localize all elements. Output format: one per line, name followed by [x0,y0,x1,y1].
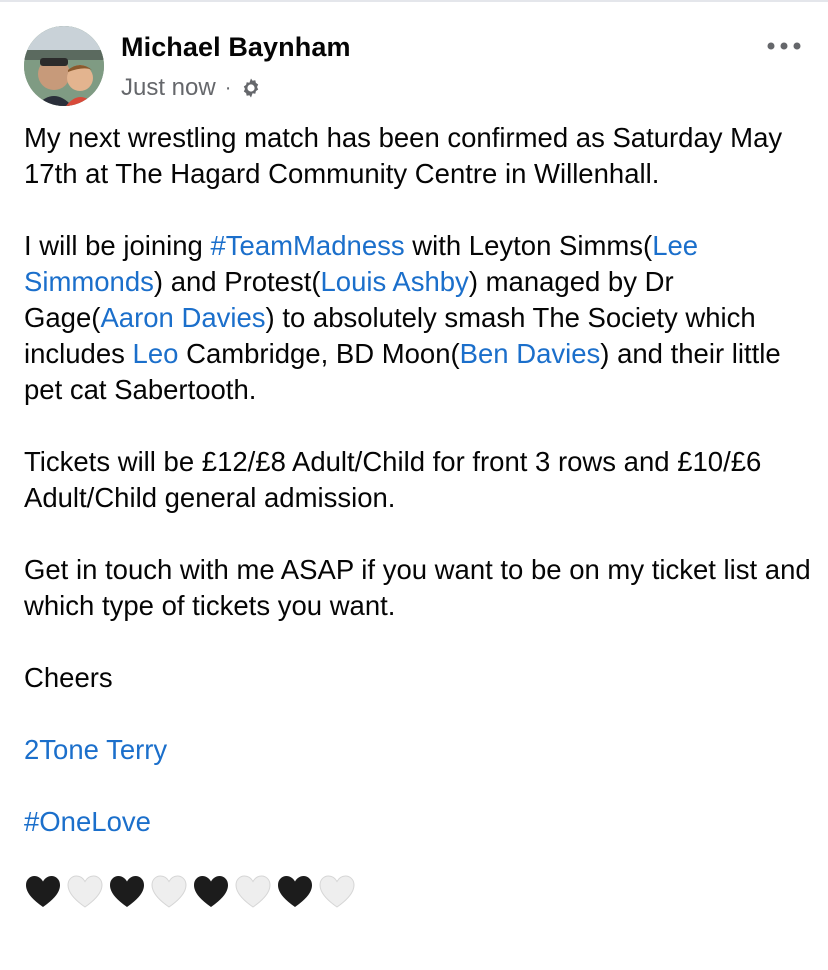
author-name[interactable]: Michael Baynham [121,32,351,63]
white-heart-icon [151,875,187,908]
post-timestamp[interactable]: Just now [121,74,216,102]
post-paragraph-5: Cheers [24,662,113,693]
text-segment: ) and Protest( [153,266,321,297]
tag-2tone-terry-link[interactable]: 2Tone Terry [24,734,167,765]
more-horizontal-icon [767,42,801,50]
white-heart-icon [319,875,355,908]
avatar[interactable] [24,26,104,106]
black-heart-icon [110,876,144,907]
post-paragraph-1: My next wrestling match has been confirm… [24,122,783,189]
post-paragraph-7: #OneLove [24,804,814,840]
text-segment: I will be joining [24,230,211,261]
black-heart-icon [194,876,228,907]
meta-separator: · [224,76,232,99]
hashtag-onelove-link[interactable]: #OneLove [24,806,151,837]
tag-louis-ashby-link[interactable]: Louis Ashby [321,266,469,297]
heart-emoji-row [24,872,814,912]
post-paragraph-3: Tickets will be £12/£8 Adult/Child for f… [24,446,762,513]
text-segment: with Leyton Simms( [404,230,653,261]
top-divider [0,0,828,2]
post-body: My next wrestling match has been confirm… [24,120,814,912]
more-options-button[interactable] [764,34,804,58]
black-heart-icon [26,876,60,907]
tag-aaron-davies-link[interactable]: Aaron Davies [100,302,265,333]
post-paragraph-4: Get in touch with me ASAP if you want to… [24,554,811,621]
tag-leo-link[interactable]: Leo [133,338,179,369]
post-meta: Just now · [121,72,263,104]
avatar-photo [24,26,104,106]
black-heart-icon [278,876,312,907]
gear-icon[interactable] [239,76,263,100]
hashtag-teammadness-link[interactable]: #TeamMadness [210,230,404,261]
post-paragraph-6: 2Tone Terry [24,732,814,768]
white-heart-icon [67,875,103,908]
post-paragraph-2: I will be joining #TeamMadness with Leyt… [24,228,814,408]
post-header: Michael Baynham Just now · [24,26,804,106]
text-segment: Cambridge, BD Moon( [178,338,460,369]
tag-ben-davies-link[interactable]: Ben Davies [460,338,601,369]
white-heart-icon [235,875,271,908]
